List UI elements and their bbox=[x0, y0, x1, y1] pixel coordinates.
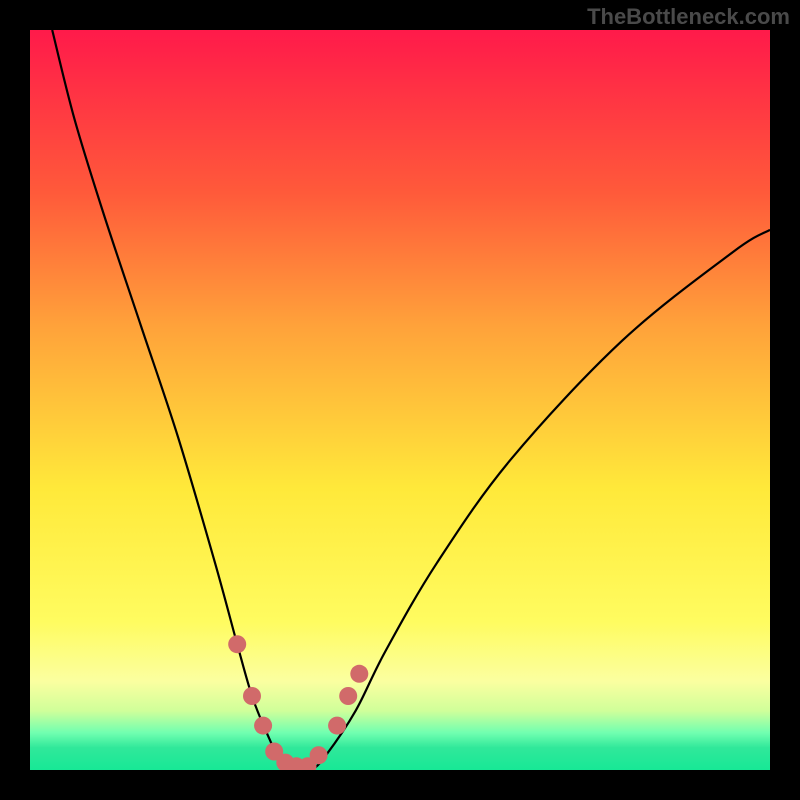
highlight-dot bbox=[339, 687, 357, 705]
highlight-dots bbox=[228, 635, 368, 770]
chart-container: TheBottleneck.com bbox=[0, 0, 800, 800]
highlight-dot bbox=[228, 635, 246, 653]
curve-layer bbox=[30, 30, 770, 770]
plot-area bbox=[30, 30, 770, 770]
highlight-dot bbox=[328, 717, 346, 735]
highlight-dot bbox=[243, 687, 261, 705]
highlight-dot bbox=[310, 746, 328, 764]
highlight-dot bbox=[350, 665, 368, 683]
bottleneck-curve bbox=[52, 30, 770, 770]
watermark-text: TheBottleneck.com bbox=[587, 4, 790, 30]
highlight-dot bbox=[254, 717, 272, 735]
